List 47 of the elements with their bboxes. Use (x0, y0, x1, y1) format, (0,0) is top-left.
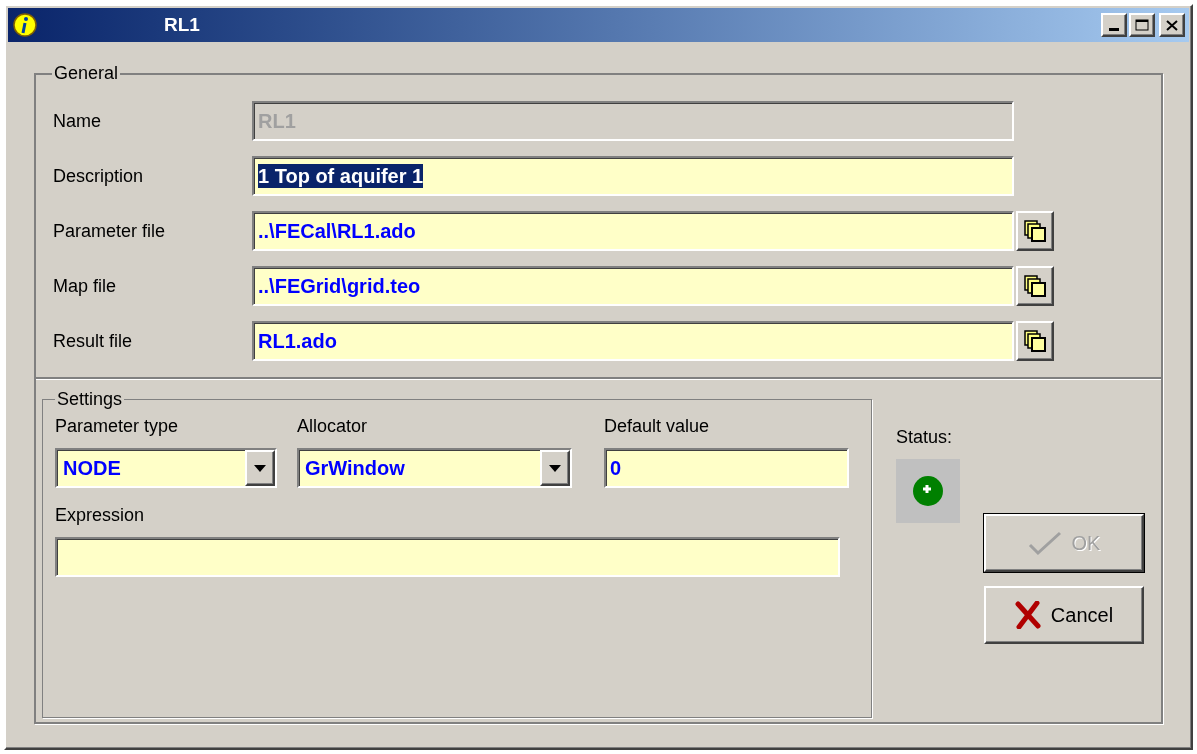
field-label: Description (53, 164, 145, 188)
close-button[interactable] (1159, 13, 1185, 37)
group-title: General (53, 62, 120, 85)
field-label: Name (53, 109, 102, 133)
field-value: ..\FEGrid\grid.teo (258, 274, 421, 298)
minimize-button[interactable] (1101, 13, 1127, 37)
field-value: RL1.ado (258, 329, 337, 353)
cross-icon (1014, 601, 1041, 629)
text-field[interactable]: ..\FEGrid\grid.teo (252, 266, 1014, 306)
caret-icon (254, 464, 266, 472)
cancel-button[interactable]: Cancel (984, 586, 1144, 644)
text-field[interactable]: 1 Top of aquifer 1 (252, 156, 1014, 196)
close-icon (1166, 19, 1178, 31)
field-label: Result file (53, 329, 134, 353)
status-label: Status: (896, 426, 954, 449)
field-label: Parameter file (53, 219, 167, 243)
dropdown-value: GrWindow (304, 456, 406, 481)
field-value: 1 Top of aquifer 1 (258, 164, 424, 188)
dropdown[interactable]: NODE (55, 448, 277, 488)
dropdown[interactable]: GrWindow (297, 448, 572, 488)
field-label: Allocator (297, 415, 369, 438)
browse-button[interactable] (1016, 266, 1054, 306)
field-value: ..\FECal\RL1.ado (258, 219, 416, 243)
browse-button[interactable] (1016, 321, 1054, 361)
field-label: Expression (55, 504, 146, 527)
field-label: Map file (53, 274, 118, 298)
group-title: Settings (56, 388, 124, 411)
text-field[interactable]: RL1.ado (252, 321, 1014, 361)
text-field[interactable]: 0 (604, 448, 849, 488)
browse-button[interactable] (1016, 211, 1054, 251)
maximize-button[interactable] (1129, 13, 1155, 37)
caret-icon (549, 464, 561, 472)
minimize-icon (1109, 28, 1119, 31)
folders-icon (1022, 273, 1048, 299)
text-field[interactable] (55, 537, 840, 577)
plus-circle-icon (911, 474, 945, 508)
text-field[interactable]: ..\FECal\RL1.ado (252, 211, 1014, 251)
window-title: RL1 (164, 12, 200, 37)
check-icon (1027, 530, 1062, 556)
maximize-icon (1135, 19, 1149, 31)
folders-icon (1022, 218, 1048, 244)
folders-icon (1022, 328, 1048, 354)
field-value: 0 (610, 456, 622, 481)
dropdown-value: NODE (62, 456, 122, 481)
field-label: Default value (604, 415, 711, 438)
field-label: Parameter type (55, 415, 180, 438)
info-icon (12, 12, 38, 38)
